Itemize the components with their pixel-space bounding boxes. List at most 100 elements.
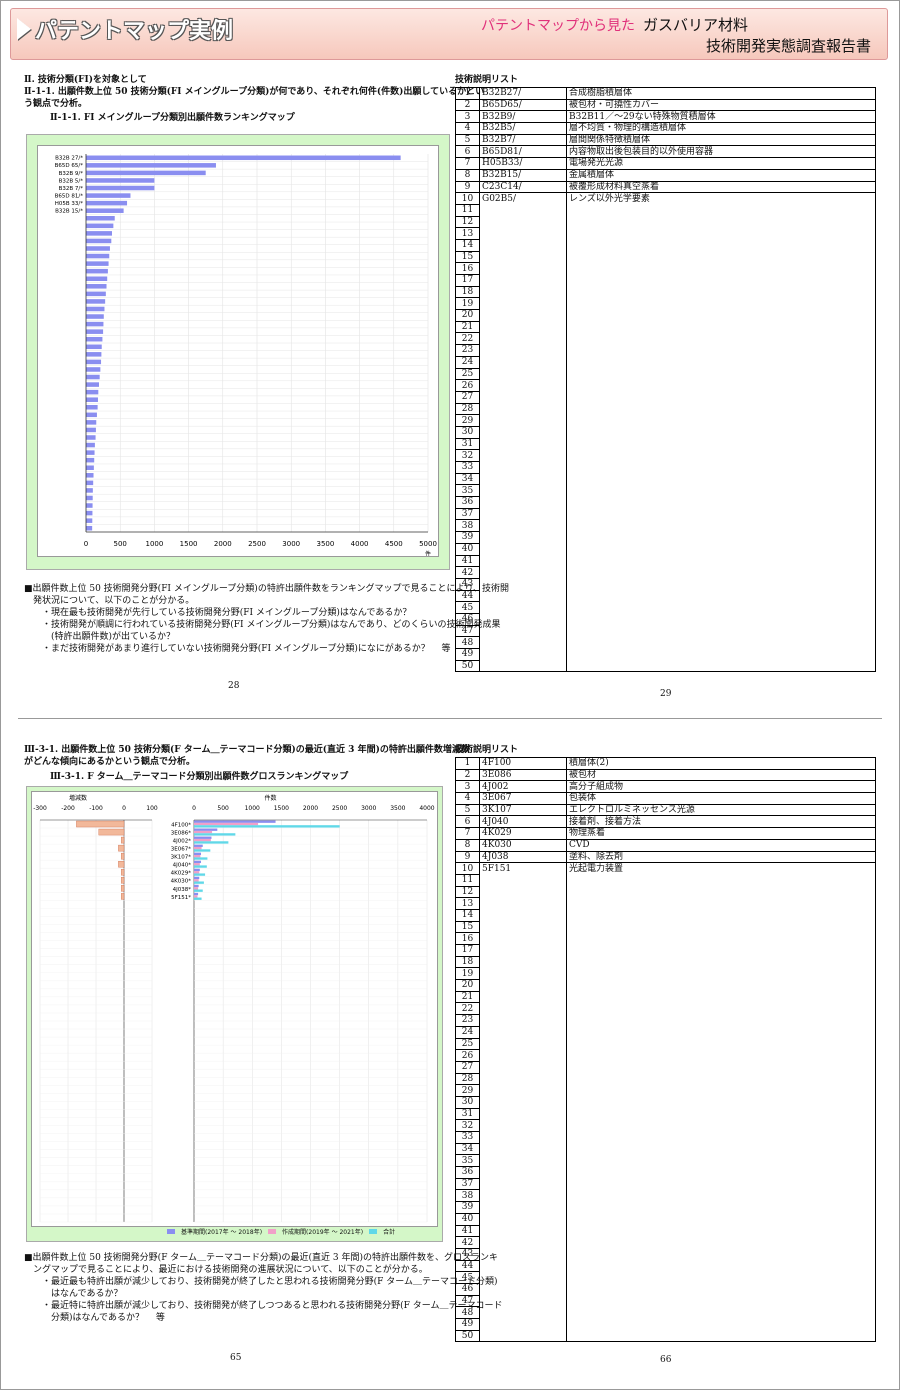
technology-description [566,1213,876,1225]
row-number: 31 [455,1107,480,1120]
table-row: 50 [455,1329,876,1343]
series-bar [194,868,200,872]
classification-code [479,332,567,345]
technology-description [566,368,876,380]
series-bar [194,887,199,890]
row-number: 2 [455,768,480,781]
bar [86,374,100,380]
table-row: 28 [455,1072,876,1085]
row-number: 6 [455,145,480,158]
category-label: 4K030* [171,879,192,885]
table-row: 33 [455,461,876,474]
row-number: 5 [455,133,480,146]
technology-description: レンズ以外光学要素 [566,192,876,205]
row-number: 15 [455,250,480,263]
category-label: 3E086* [171,830,191,836]
classification-code [479,897,567,910]
table-row: 46 [455,1282,876,1296]
series-bar [194,825,340,828]
change-bar [120,869,125,876]
series-bar [194,892,199,896]
classification-code [479,967,567,980]
right-tick-label: 1500 [274,805,289,812]
classification-code [479,1108,567,1120]
row-number: 11 [455,873,480,887]
table-row: 8 B32B15/金属積層体 [455,168,876,181]
page-number: 29 [660,689,672,699]
header-banner: パテントマップ実例 パテントマップから見た ガスバリア材料 技術開発実態調査報告… [10,8,888,60]
row-number: 24 [455,355,480,368]
table-row: 46 [455,612,876,626]
table-row: 17 [455,944,876,957]
note-line: ・最近最も特許出願が減少しており、技術開発が終了したと思われる技術開発分野(F … [42,1277,498,1287]
classification-code: 4K029 [479,827,567,840]
classification-code [479,944,567,957]
classification-code [479,886,567,898]
classification-code [479,1166,567,1179]
series-bar [194,897,202,900]
classification-code: 5F151 [479,862,567,875]
classification-code [479,543,567,555]
note-line: ■出願件数上位 50 技術開発分野(F ターム＿テーマコード分類)の最近(直近 … [24,1253,499,1263]
classification-code [479,1295,567,1307]
row-number: 23 [455,1014,480,1027]
table-row: 2 B65D65/被包材・可撓性カバー [455,98,876,111]
row-number: 10 [455,862,480,875]
classification-code [479,909,567,922]
category-label: B32B 27/* [55,156,83,162]
series-bar [194,836,212,839]
technology-description [566,566,876,579]
classification-code [479,309,567,322]
table-row: 48 [455,1306,876,1319]
classification-code [479,508,567,520]
classification-code [479,1061,567,1074]
row-number: 18 [455,955,480,968]
spread-separator [18,718,882,719]
row-number: 36 [455,1166,480,1179]
table-row: 7 4K029 物理蒸着 [455,827,876,840]
technology-description [566,309,876,322]
classification-code [479,519,567,532]
technology-description [566,1002,876,1015]
series-bar [194,833,236,836]
bar [86,495,93,501]
change-bar [120,836,125,844]
bar [86,473,94,478]
technology-description [566,286,876,298]
list-title: 技術説明リスト [455,745,519,755]
technology-description: 合成樹脂積層体 [566,87,876,100]
page-number: 66 [660,1355,672,1365]
change-bar [120,877,125,884]
technology-description: 電場発光光源 [566,157,876,170]
row-number: 22 [455,332,480,345]
play-arrow-icon [17,18,31,40]
technology-description [566,909,876,922]
table-row: 6 4J040 接着剤、接着方法 [455,815,876,828]
change-bar [76,820,125,828]
row-number: 34 [455,472,480,485]
technology-description [566,484,876,497]
technology-description: B32B11／～29ない特殊物質積層体 [566,110,876,123]
table-row: 40 [455,542,876,555]
row-number: 29 [455,414,480,427]
technology-description [566,886,876,898]
classification-code [479,426,567,439]
technology-description [566,1119,876,1132]
header-title-text: パテントマップ実例 [35,19,234,44]
ranking-bar-chart: 0 500 1000 1500 2000 2500 3000 3500 4000 4500 5000… [55,154,437,558]
right-tick-label: 2500 [332,805,347,812]
legend-swatch-blue [167,1229,175,1234]
row-number: 19 [455,967,480,980]
row-number: 37 [455,1177,480,1190]
technology-description: 被包材 [566,768,876,781]
category-label: B32B 15/* [55,209,83,215]
row-number: 28 [455,1072,480,1085]
bar [86,480,94,486]
technology-description [566,1014,876,1027]
row-number: 41 [455,554,480,567]
classification-code [479,660,567,673]
technology-description [566,1295,876,1307]
bar [86,276,108,282]
table-row: 12 [455,215,876,228]
technology-description [566,1225,876,1237]
